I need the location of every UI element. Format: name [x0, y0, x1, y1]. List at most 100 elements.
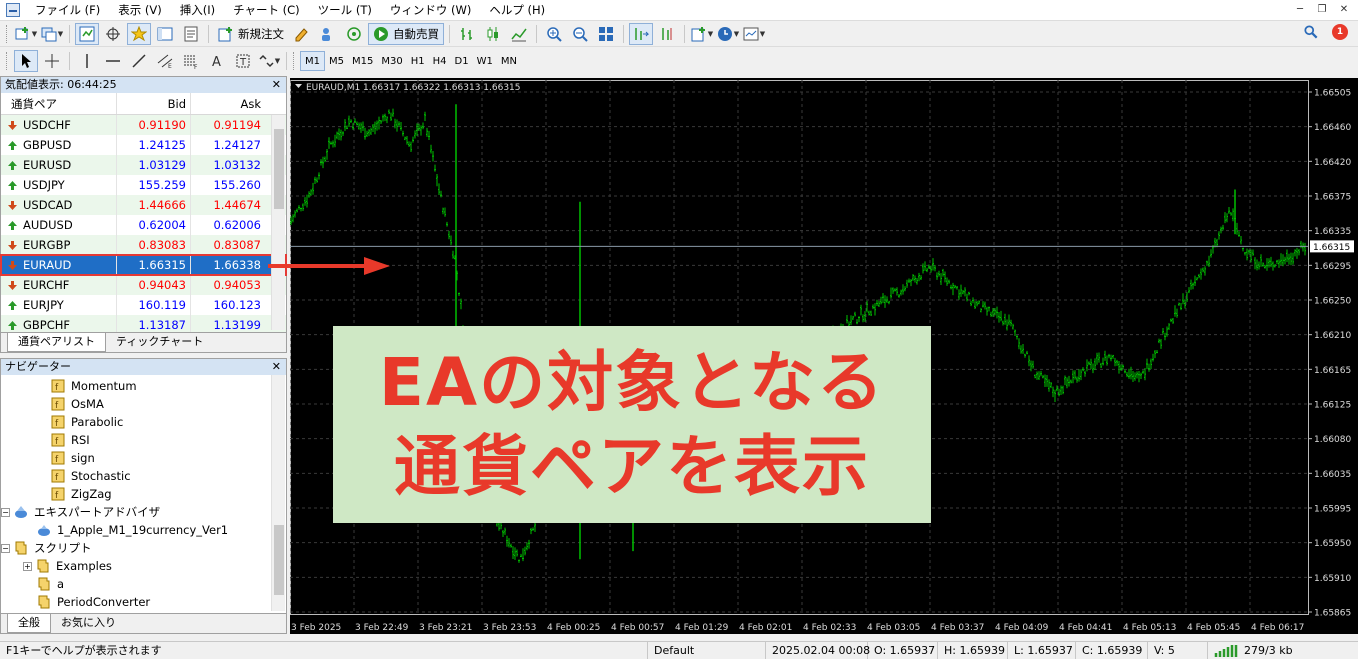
close-icon[interactable]: ✕: [272, 359, 281, 375]
scrollbar-thumb[interactable]: [274, 129, 284, 209]
menu-window[interactable]: ウィンドウ (W): [381, 0, 481, 21]
profiles-button[interactable]: ▼: [40, 23, 64, 45]
timeframe-h4[interactable]: H4: [429, 51, 451, 71]
market-watch-toggle[interactable]: [75, 22, 99, 45]
text-tool-button[interactable]: A: [205, 50, 229, 72]
timeframe-m5[interactable]: M5: [325, 51, 348, 71]
menu-chart[interactable]: チャート (C): [224, 0, 309, 21]
market-watch-scrollbar[interactable]: [271, 115, 285, 330]
community-button[interactable]: [316, 23, 340, 45]
data-window-button[interactable]: [101, 23, 125, 45]
column-bid[interactable]: Bid: [117, 93, 191, 114]
market-watch-row[interactable]: EURJPY 160.119 160.123: [1, 295, 286, 315]
navigator-item[interactable]: f RSI: [1, 431, 286, 449]
column-ask[interactable]: Ask: [191, 93, 267, 114]
trendline-button[interactable]: [127, 50, 151, 72]
market-watch-row[interactable]: GBPUSD 1.24125 1.24127: [1, 135, 286, 155]
navigator-item[interactable]: f Parabolic: [1, 413, 286, 431]
strategy-tester-button[interactable]: [179, 23, 203, 45]
navigator-item[interactable]: f Stochastic: [1, 467, 286, 485]
navigator-item[interactable]: 1_Apple_M1_19currency_Ver1: [1, 521, 286, 539]
market-watch-row[interactable]: EURGBP 0.83083 0.83087: [1, 235, 286, 255]
market-watch-row[interactable]: USDCHF 0.91190 0.91194: [1, 115, 286, 135]
restore-icon[interactable]: ❐: [1314, 2, 1330, 18]
equidistant-channel-button[interactable]: E: [153, 50, 177, 72]
timeframe-m15[interactable]: M15: [348, 51, 377, 71]
navigator-toggle[interactable]: [127, 22, 151, 45]
navigator-item[interactable]: − スクリプト: [1, 539, 286, 557]
crosshair-button[interactable]: [40, 50, 64, 72]
minimize-icon[interactable]: ─: [1292, 2, 1308, 18]
scrollbar-thumb[interactable]: [274, 525, 284, 595]
timeframe-mn[interactable]: MN: [497, 51, 521, 71]
search-icon[interactable]: [1304, 25, 1318, 39]
collapse-icon[interactable]: −: [1, 543, 10, 553]
auto-scroll-button[interactable]: [629, 22, 653, 45]
menu-file[interactable]: ファイル (F): [26, 0, 109, 21]
navigator-item[interactable]: + Examples: [1, 557, 286, 575]
templates-button[interactable]: ▼: [742, 23, 766, 45]
market-watch-row[interactable]: AUDUSD 0.62004 0.62006: [1, 215, 286, 235]
tile-windows-button[interactable]: [594, 23, 618, 45]
time-label: 4 Feb 02:01: [739, 623, 792, 633]
menu-help[interactable]: ヘルプ (H): [480, 0, 554, 21]
timeframe-d1[interactable]: D1: [451, 51, 473, 71]
menu-insert[interactable]: 挿入(I): [171, 0, 224, 21]
close-icon[interactable]: ✕: [1336, 2, 1352, 18]
toolbar-grip-2[interactable]: [6, 52, 9, 70]
new-chart-button[interactable]: ▼: [14, 23, 38, 45]
navigator-item[interactable]: a: [1, 575, 286, 593]
toolbar-grip[interactable]: [6, 24, 9, 43]
auto-trading-button[interactable]: 自動売買: [368, 22, 444, 45]
navigator-item[interactable]: f ZigZag: [1, 485, 286, 503]
metaeditor-button[interactable]: [290, 23, 314, 45]
tab-common[interactable]: 全般: [7, 614, 51, 633]
periods-button[interactable]: ▼: [716, 23, 740, 45]
expand-icon[interactable]: +: [23, 561, 32, 571]
horizontal-line-button[interactable]: [101, 50, 125, 72]
menu-view[interactable]: 表示 (V): [109, 0, 171, 21]
terminal-button[interactable]: [153, 23, 177, 45]
market-watch-row[interactable]: EURAUD 1.66315 1.66338: [0, 254, 287, 276]
navigator-item[interactable]: f sign: [1, 449, 286, 467]
cursor-button[interactable]: [14, 50, 38, 72]
bar-chart-button[interactable]: [455, 23, 479, 45]
zoom-out-button[interactable]: [568, 23, 592, 45]
signals-button[interactable]: [342, 23, 366, 45]
bid-cell: 0.62004: [117, 215, 191, 235]
navigator-scrollbar[interactable]: [271, 375, 285, 611]
timeframe-h1[interactable]: H1: [407, 51, 429, 71]
vertical-line-button[interactable]: [75, 50, 99, 72]
svg-text:F: F: [194, 64, 198, 69]
chart-shift-button[interactable]: [655, 23, 679, 45]
timeframe-m30[interactable]: M30: [377, 51, 406, 71]
notification-badge[interactable]: 1: [1332, 24, 1348, 40]
column-symbol[interactable]: 通貨ペア: [1, 93, 117, 114]
timeframe-w1[interactable]: W1: [473, 51, 497, 71]
menu-tools[interactable]: ツール (T): [309, 0, 381, 21]
navigator-item[interactable]: f Momentum: [1, 377, 286, 395]
navigator-item[interactable]: PeriodConverter: [1, 593, 286, 611]
indicators-button[interactable]: ▼: [690, 23, 714, 45]
navigator-item[interactable]: − エキスパートアドバイザ: [1, 503, 286, 521]
market-watch-row[interactable]: EURUSD 1.03129 1.03132: [1, 155, 286, 175]
fibonacci-button[interactable]: F: [179, 50, 203, 72]
timeframe-m1[interactable]: M1: [300, 51, 325, 71]
text-label-button[interactable]: T: [231, 50, 255, 72]
zoom-in-button[interactable]: [542, 23, 566, 45]
tab-favorites[interactable]: お気に入り: [51, 614, 126, 633]
market-watch-row[interactable]: USDJPY 155.259 155.260: [1, 175, 286, 195]
candlestick-button[interactable]: [481, 23, 505, 45]
tab-symbols[interactable]: 通貨ペアリスト: [7, 333, 106, 352]
line-chart-button[interactable]: [507, 23, 531, 45]
time-label: 4 Feb 02:33: [803, 623, 856, 633]
status-profile[interactable]: Default: [648, 642, 766, 659]
arrows-button[interactable]: ▼: [257, 50, 281, 72]
market-watch-row[interactable]: USDCAD 1.44666 1.44674: [1, 195, 286, 215]
navigator-item[interactable]: f OsMA: [1, 395, 286, 413]
collapse-icon[interactable]: −: [1, 507, 10, 517]
close-icon[interactable]: ✕: [272, 77, 281, 93]
new-order-button[interactable]: 新規注文: [214, 23, 288, 45]
tab-tick-chart[interactable]: ティックチャート: [106, 333, 213, 352]
market-watch-row[interactable]: EURCHF 0.94043 0.94053: [1, 275, 286, 295]
